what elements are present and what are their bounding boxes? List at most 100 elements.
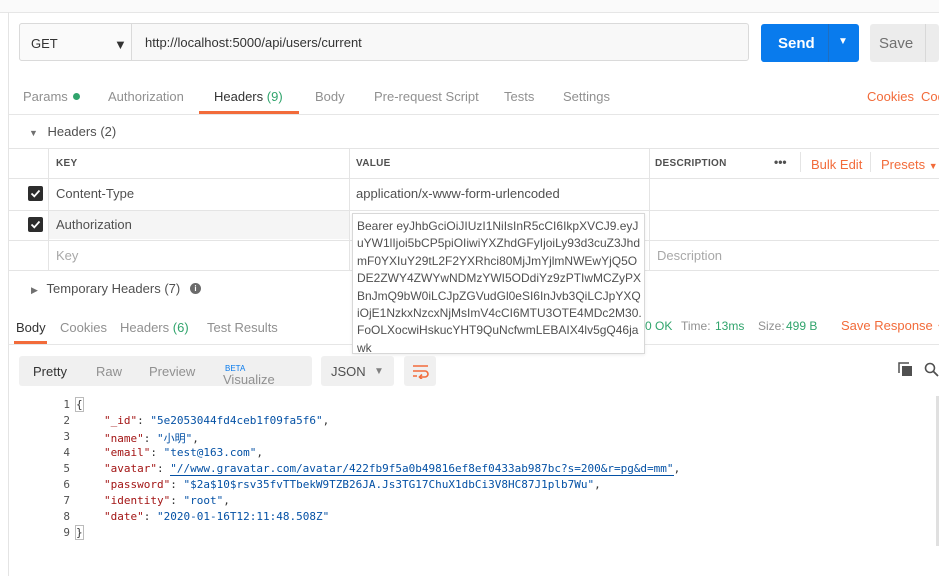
save-button[interactable]: Save — [870, 24, 939, 62]
json-comma: , — [322, 414, 330, 427]
headers-section-toggle[interactable]: ▼ Headers (2) — [29, 124, 116, 139]
save-divider — [925, 24, 926, 62]
pretty-active-bg — [19, 356, 79, 386]
url-input[interactable]: http://localhost:5000/api/users/current — [145, 35, 362, 50]
new-key-input[interactable]: Key — [56, 248, 78, 263]
more-options-icon[interactable]: ••• — [774, 155, 787, 169]
temporary-headers-count: (7) — [164, 281, 181, 296]
tab-settings[interactable]: Settings — [563, 89, 610, 104]
headers-section-title: Headers — [47, 124, 97, 139]
temporary-headers-toggle[interactable]: ▶ Temporary Headers (7) — [31, 281, 180, 296]
response-status: 0 OK — [645, 319, 673, 333]
col-divider-checkbox — [48, 148, 49, 270]
header-key-content-type[interactable]: Content-Type — [56, 186, 134, 201]
line-number: 7 — [63, 494, 70, 507]
presets-divider — [870, 152, 871, 172]
json-key: "identity" — [104, 494, 171, 507]
tab-body[interactable]: Body — [315, 89, 345, 104]
response-tab-headers-count: (6) — [172, 320, 189, 335]
json-line: "_id": "5e2053044fd4ceb1f09fa5f6", — [104, 414, 330, 427]
response-time-value: 13ms — [715, 319, 745, 333]
col-description-header: DESCRIPTION — [655, 158, 727, 169]
response-time-label: Time: — [681, 319, 711, 333]
json-comma: , — [594, 478, 601, 491]
json-line: "password": "$2a$10$rsv35fvTTbekW9TZB26J… — [104, 478, 601, 491]
line-number: 4 — [63, 446, 70, 459]
json-line: "email": "test@163.com", — [104, 446, 263, 459]
caret-right-icon: ▶ — [31, 285, 38, 295]
search-icon[interactable] — [924, 362, 939, 377]
response-tab-body[interactable]: Body — [16, 320, 46, 335]
json-key: "_id" — [104, 414, 138, 427]
chevron-down-icon: ▼ — [374, 366, 384, 377]
tab-params-label: Params — [23, 89, 68, 104]
response-tab-headers-label: Headers — [120, 320, 170, 335]
checkbox-content-type[interactable] — [28, 186, 43, 201]
line-number: 2 — [63, 414, 70, 427]
view-preview-button[interactable]: Preview — [149, 364, 195, 379]
json-key: "avatar" — [104, 462, 157, 475]
send-dropdown-icon[interactable]: ▼ — [838, 36, 848, 47]
col-key-header: KEY — [56, 158, 78, 169]
line-number: 8 — [63, 510, 70, 523]
tab-params[interactable]: Params — [23, 89, 80, 104]
json-value: "2020-01-16T12:11:48.508Z" — [157, 510, 330, 523]
json-comma: , — [256, 446, 263, 459]
authorization-value-full: Bearer eyJhbGciOiJIUzI1NiIsInR5cCI6IkpXV… — [357, 219, 642, 355]
tab-tests[interactable]: Tests — [504, 89, 534, 104]
checkbox-authorization[interactable] — [28, 217, 43, 232]
json-comma: , — [673, 462, 681, 475]
header-key-authorization[interactable]: Authorization — [56, 217, 132, 232]
format-select-label: JSON — [331, 364, 366, 379]
send-button[interactable]: Send ▼ — [761, 24, 859, 62]
json-open-brace: { — [75, 397, 84, 412]
save-response-dropdown[interactable]: Save Response ▼ — [841, 318, 939, 333]
presets-dropdown[interactable]: Presets ▼ — [881, 157, 938, 172]
json-line: "name": "小明", — [104, 432, 199, 445]
tab-headers-count: (9) — [266, 89, 283, 104]
response-tab-cookies[interactable]: Cookies — [60, 320, 107, 335]
json-value-link[interactable]: "//www.gravatar.com/avatar/422fb9f5a0b49… — [170, 462, 674, 476]
cookies-link[interactable]: Cookies — [867, 89, 914, 104]
tab-pre-request-script[interactable]: Pre-request Script — [374, 89, 479, 104]
view-raw-button[interactable]: Raw — [96, 364, 122, 379]
new-description-input[interactable]: Description — [657, 248, 722, 263]
json-close-brace: } — [75, 525, 84, 540]
response-size-label: Size: — [758, 319, 785, 333]
json-key: "password" — [104, 478, 171, 491]
response-tab-test-results[interactable]: Test Results — [207, 320, 278, 335]
code-link[interactable]: Code — [921, 89, 939, 104]
presets-label: Presets — [881, 157, 926, 172]
json-value: "root" — [183, 494, 224, 507]
header-value-content-type[interactable]: application/x-www-form-urlencoded — [356, 186, 560, 201]
tab-authorization[interactable]: Authorization — [108, 89, 184, 104]
col-divider-value — [649, 148, 650, 270]
window-top-strip — [0, 0, 939, 13]
format-select[interactable]: JSON ▼ — [321, 356, 394, 386]
tabs-divider — [9, 114, 939, 115]
view-visualize-button[interactable]: Visualize BETA — [223, 364, 275, 387]
method-label: GET — [31, 36, 58, 51]
headers-section-count: (2) — [100, 124, 117, 139]
response-tab-headers[interactable]: Headers (6) — [120, 320, 189, 335]
copy-icon[interactable] — [898, 362, 913, 377]
chevron-down-icon: ▼ — [928, 161, 938, 171]
json-key: "date" — [104, 510, 144, 523]
method-select[interactable]: GET ▼ — [19, 23, 132, 61]
info-icon[interactable]: i — [190, 283, 201, 294]
json-key: "email" — [104, 446, 151, 459]
caret-down-icon: ▼ — [29, 128, 38, 138]
wrap-lines-button[interactable] — [404, 356, 436, 386]
send-divider — [828, 24, 829, 62]
json-comma: , — [192, 432, 199, 445]
tab-headers-label: Headers — [214, 89, 264, 104]
params-indicator-dot — [72, 93, 80, 100]
bulk-edit-link[interactable]: Bulk Edit — [811, 157, 862, 172]
left-divider — [8, 12, 9, 576]
wrap-lines-icon — [413, 365, 429, 379]
json-value: "小明" — [157, 432, 193, 445]
response-size-value: 499 B — [786, 319, 818, 333]
tab-headers[interactable]: Headers (9) — [214, 89, 283, 104]
response-body-editor[interactable]: 1 2 3 4 5 6 7 8 9 { "_id": "5e2053044fd4… — [19, 396, 939, 546]
json-value: "$2a$10$rsv35fvTTbekW9TZB26JA.Js3TG17Chu… — [183, 478, 595, 491]
